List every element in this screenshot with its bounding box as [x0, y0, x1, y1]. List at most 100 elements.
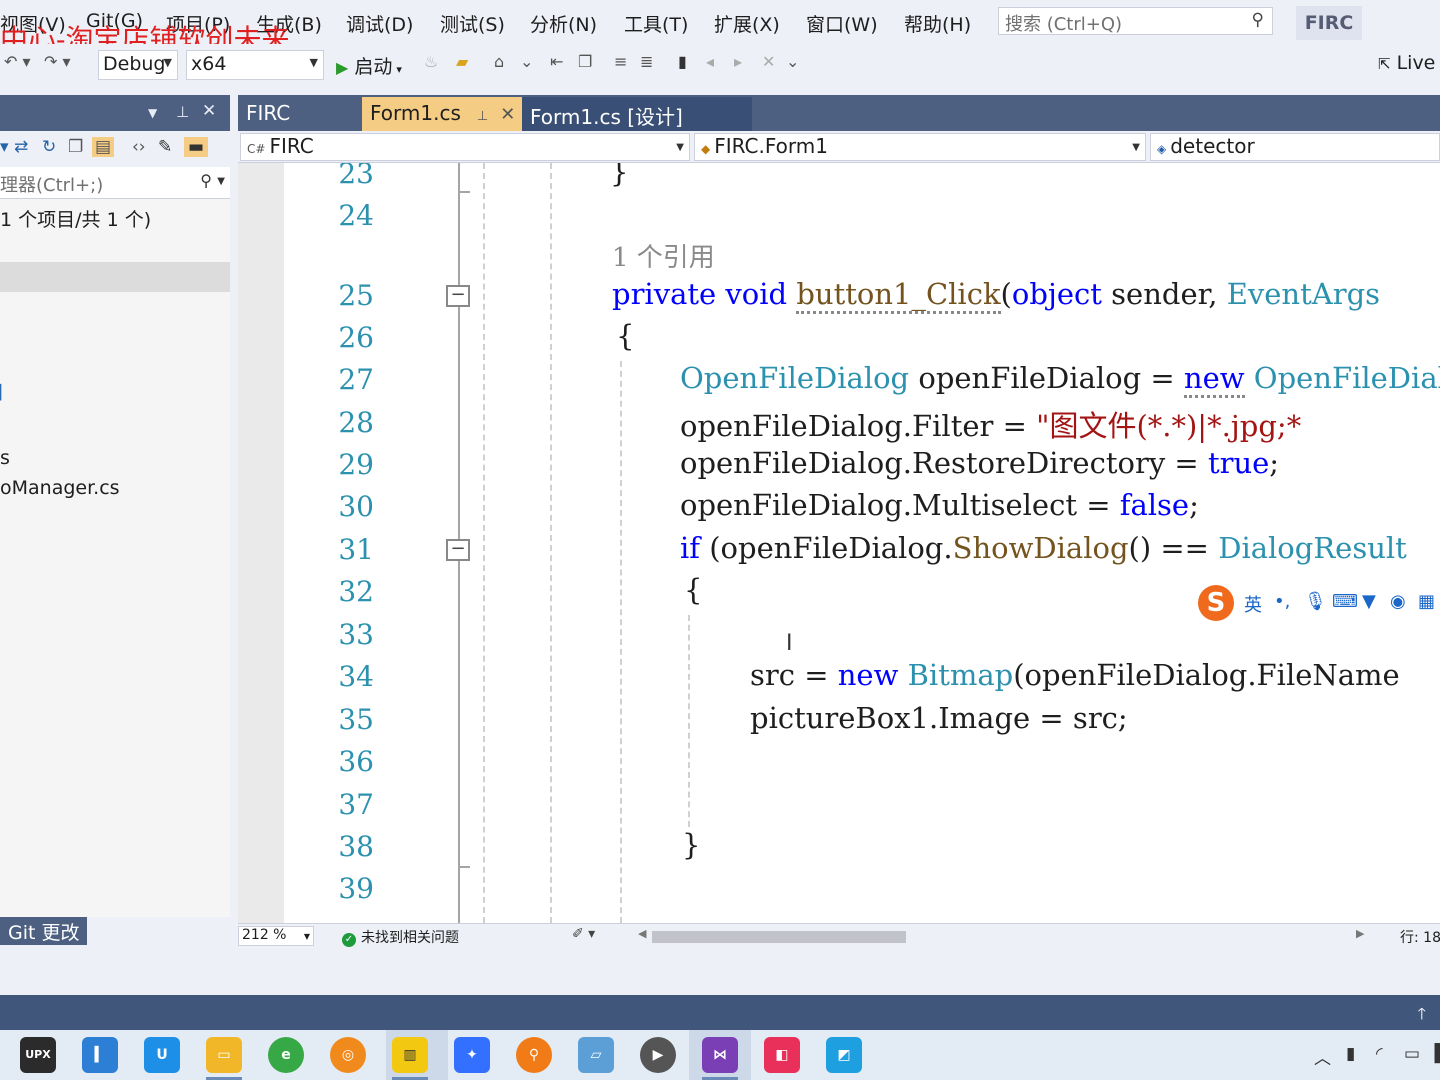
scroll-right-icon[interactable]: ▶: [1356, 927, 1364, 940]
menu-window[interactable]: 窗口(W): [806, 10, 878, 37]
collapse-region-icon[interactable]: −: [446, 285, 470, 307]
visual-studio-icon[interactable]: ⋈: [702, 1037, 738, 1073]
menu-analyze[interactable]: 分析(N): [530, 10, 597, 37]
start-button[interactable]: ▶ 启动 ▾: [336, 52, 402, 79]
ime-mode-toggle[interactable]: 英: [1244, 591, 1262, 617]
git-changes-tab[interactable]: Git 更改: [0, 917, 87, 945]
show-all-files-icon[interactable]: ▤: [92, 137, 115, 157]
tree-expander-icon[interactable]: ▏: [0, 385, 11, 401]
tree-node-manager-cs[interactable]: oManager.cs: [0, 477, 120, 499]
line-number: 28: [338, 406, 374, 439]
solution-search-input[interactable]: 理器(Ctrl+;) ⚲ ▼: [0, 167, 230, 199]
mic-icon[interactable]: 🎙︎: [1304, 591, 1327, 612]
preview-icon[interactable]: ▬: [184, 137, 209, 157]
outdent-icon[interactable]: ≣: [640, 52, 653, 71]
tray-more-icon[interactable]: ▐: [1428, 1044, 1440, 1064]
horizontal-scrollbar[interactable]: [652, 931, 1352, 943]
prev-bookmark-icon[interactable]: ◂: [706, 52, 714, 71]
taskbar-app-red[interactable]: ◧: [764, 1037, 800, 1073]
arrow-up-icon[interactable]: 🡑: [1418, 1003, 1426, 1030]
search-input[interactable]: 搜索 (Ctrl+Q) ⚲: [998, 7, 1273, 35]
code-lens-references[interactable]: 1 个引用: [612, 237, 715, 274]
sogou-logo[interactable]: S: [1198, 585, 1234, 621]
issues-indicator[interactable]: ✓ 未找到相关问题: [342, 927, 459, 947]
grid-icon[interactable]: ▦: [1418, 591, 1435, 612]
scrollbar-thumb[interactable]: [652, 931, 906, 943]
ime-punct-toggle[interactable]: •,: [1274, 591, 1290, 612]
tree-node-file[interactable]: s: [0, 447, 10, 469]
zoom-select[interactable]: 212 % ▼: [238, 926, 314, 946]
chevron-down-icon: ▼: [163, 56, 172, 69]
gamepad-icon[interactable]: ◉: [1390, 591, 1406, 612]
shirt-icon[interactable]: ▼: [1362, 591, 1376, 612]
taskbar-app-notes[interactable]: ▱: [578, 1037, 614, 1073]
class-dropdown[interactable]: ◆ FIRC.Form1 ▼: [694, 133, 1146, 161]
sync-icon[interactable]: ⇄: [14, 137, 28, 157]
code-token: src =: [750, 658, 838, 692]
indent-icon[interactable]: ≡: [614, 52, 627, 71]
member-dropdown[interactable]: ◈ detector: [1150, 133, 1440, 161]
collapse-all-icon[interactable]: ❐: [68, 137, 83, 157]
undo-icon[interactable]: ↶ ▾: [4, 52, 31, 71]
tray-expand-icon[interactable]: ︿: [1314, 1044, 1331, 1069]
taskbar-app-audio[interactable]: ◎: [330, 1037, 366, 1073]
code-token: (openFileDialog.: [700, 531, 953, 565]
live-share-button[interactable]: ⇱ Live: [1378, 52, 1435, 74]
collapse-icon[interactable]: ▾: [0, 137, 9, 157]
dropdown-icon[interactable]: ▼: [148, 106, 157, 120]
next-bookmark-icon[interactable]: ▸: [734, 52, 742, 71]
open-folder-icon[interactable]: ▰: [456, 52, 468, 71]
wifi-icon[interactable]: ◜: [1376, 1044, 1383, 1064]
pin-icon[interactable]: ⊥: [176, 103, 189, 121]
code-cleanup-icon[interactable]: ✐ ▾: [572, 926, 595, 942]
code-editor[interactable]: 23 24 25 26 27 28 29 30 31 32 33 34 35 3…: [238, 163, 1440, 923]
code-token: new: [837, 658, 899, 692]
taskbar-app-upx[interactable]: UPX: [20, 1037, 56, 1073]
code-view-icon[interactable]: ‹›: [132, 137, 146, 157]
menu-debug[interactable]: 调试(D): [346, 10, 413, 37]
play-circle-icon[interactable]: ▶: [640, 1037, 676, 1073]
taskbar-app-360[interactable]: e: [268, 1037, 304, 1073]
solution-selected-row[interactable]: [0, 262, 230, 292]
taskbar-app-powerbi[interactable]: ▥: [392, 1037, 428, 1073]
scroll-left-icon[interactable]: ◀: [638, 927, 646, 940]
line-number: 37: [338, 788, 374, 821]
keyboard-icon[interactable]: ⌨: [1332, 591, 1358, 612]
taskbar-app-notebook[interactable]: ▍: [82, 1037, 118, 1073]
bookmark-icon[interactable]: ▮: [678, 52, 687, 71]
tab-form1-designer[interactable]: Form1.cs [设计]: [522, 97, 752, 131]
platform-select[interactable]: x64 ▼: [186, 50, 324, 80]
taskbar-app-feishu[interactable]: ✦: [454, 1037, 490, 1073]
menu-test[interactable]: 测试(S): [440, 10, 505, 37]
toolbar-overflow-icon[interactable]: ⌄: [786, 52, 799, 71]
magnifier-icon[interactable]: ⚲: [516, 1037, 552, 1073]
refresh-icon[interactable]: ↻: [42, 137, 56, 157]
live-share-label: Live: [1396, 52, 1436, 74]
overflow-icon[interactable]: ⌄: [520, 52, 533, 71]
hot-reload-icon[interactable]: ♨: [424, 52, 438, 71]
tab-firc[interactable]: FIRC: [238, 97, 362, 131]
clear-bookmarks-icon[interactable]: ✕: [762, 52, 775, 71]
tab-form1-cs[interactable]: Form1.cs ⊥ ✕: [362, 97, 522, 131]
close-icon[interactable]: ✕: [500, 104, 515, 125]
menu-extensions[interactable]: 扩展(X): [714, 10, 780, 37]
taskbar-app-uu[interactable]: U: [144, 1037, 180, 1073]
menu-help[interactable]: 帮助(H): [904, 10, 971, 37]
pin-icon[interactable]: ⊥: [477, 109, 488, 124]
menu-tools[interactable]: 工具(T): [624, 10, 688, 37]
step-icon[interactable]: ⇤: [550, 52, 563, 71]
project-dropdown[interactable]: C# FIRC ▼: [240, 133, 690, 161]
copy-icon[interactable]: ❐: [578, 52, 592, 71]
mic-tray-icon[interactable]: ▮: [1346, 1044, 1355, 1064]
config-select[interactable]: Debug ▼: [98, 50, 178, 80]
folder-icon[interactable]: ▭: [206, 1037, 242, 1073]
home-icon[interactable]: ⌂: [494, 52, 504, 71]
collapse-region-icon[interactable]: −: [446, 539, 470, 561]
code-token: object: [1011, 277, 1102, 311]
properties-icon[interactable]: ✎: [158, 137, 172, 157]
taskbar-app-office[interactable]: ◩: [826, 1037, 862, 1073]
code-token: button1_Click: [796, 277, 1001, 314]
redo-icon[interactable]: ↷ ▾: [44, 52, 71, 71]
battery-icon[interactable]: ▭: [1404, 1044, 1420, 1064]
close-icon[interactable]: ✕: [202, 101, 216, 121]
